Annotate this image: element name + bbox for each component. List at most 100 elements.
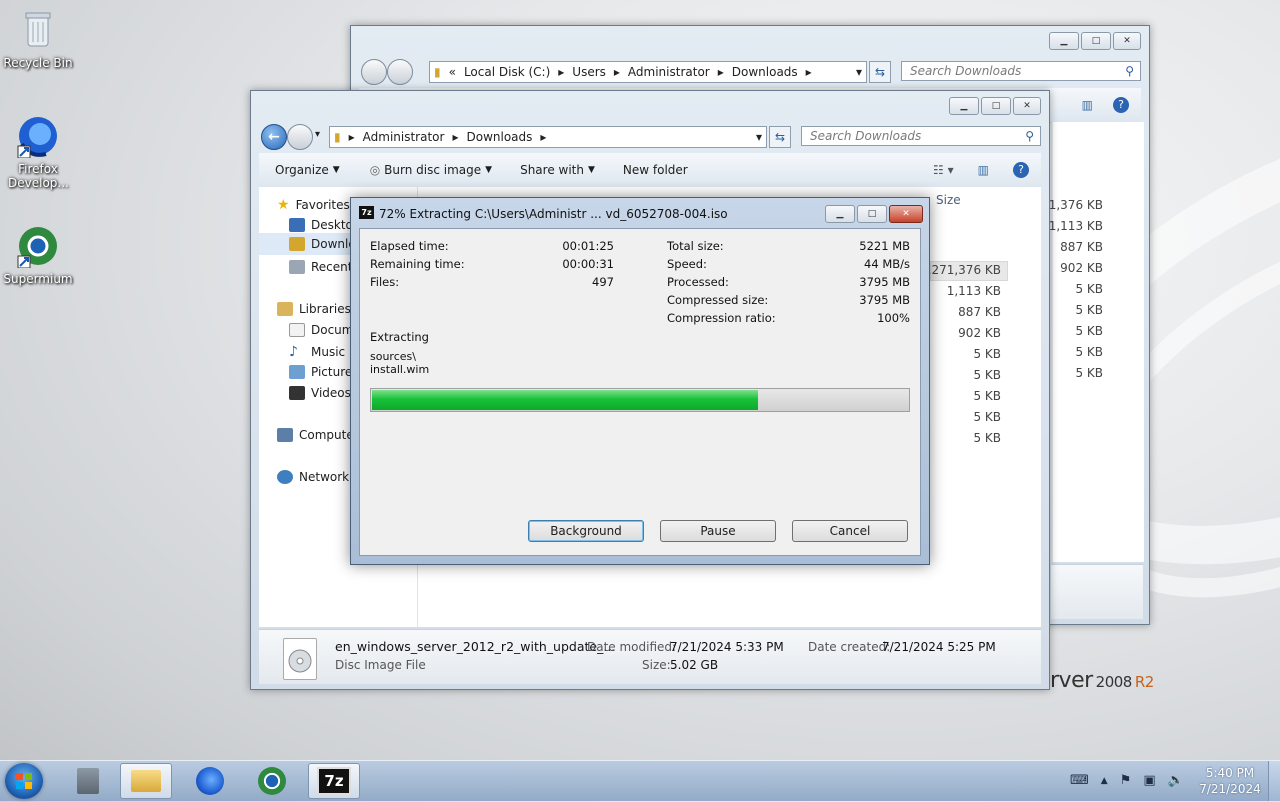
clock[interactable]: 5:40 PM 7/21/2024	[1196, 765, 1264, 797]
back-button[interactable]: ←	[261, 124, 287, 150]
chevron-down-icon[interactable]: ▾	[756, 130, 762, 144]
recent-places-icon	[289, 260, 305, 274]
network-icon[interactable]: ▣	[1143, 773, 1155, 789]
start-button[interactable]	[5, 763, 43, 799]
share-with-button[interactable]: Share with ▼	[520, 163, 595, 177]
breadcrumb-item[interactable]: Administrator	[363, 130, 445, 144]
breadcrumb-item[interactable]: Downloads	[466, 130, 532, 144]
show-desktop-button[interactable]	[1268, 761, 1280, 801]
processed-value: 3795 MB	[859, 275, 910, 289]
taskbar-7zip[interactable]: 7z	[308, 763, 360, 799]
folder-icon	[131, 770, 161, 792]
nav-network[interactable]: Network	[277, 470, 349, 484]
refresh-button[interactable]: ⇆	[769, 126, 791, 148]
taskbar-supermium[interactable]	[246, 763, 298, 799]
computer-icon	[277, 428, 293, 442]
size-column-header[interactable]: Size	[936, 193, 961, 207]
taskbar: 7z ⌨ ▲ ⚑ ▣ 🔈 5:40 PM 7/21/2024	[0, 760, 1280, 801]
nav-pictures[interactable]: Pictures	[289, 365, 359, 379]
total-size-value: 5221 MB	[859, 239, 910, 253]
show-hidden-icons-icon[interactable]: ▲	[1101, 773, 1108, 789]
desktop-icon-recycle-bin[interactable]: Recycle Bin	[0, 8, 76, 70]
minimize-button[interactable]: ▁	[825, 205, 855, 223]
desktop-icon-firefox[interactable]: Firefox Develop...	[0, 114, 76, 190]
new-folder-button[interactable]: New folder	[623, 163, 688, 177]
close-button[interactable]: ✕	[1013, 97, 1041, 115]
search-input[interactable]: Search Downloads ⚲	[801, 126, 1041, 146]
system-tray: ⌨ ▲ ⚑ ▣ 🔈	[1070, 773, 1184, 789]
desktop-icon-label: Recycle Bin	[3, 56, 73, 70]
nav-favorites[interactable]: ★ Favorites	[277, 197, 350, 213]
nav-label: Recent	[311, 260, 353, 274]
extract-progress-dialog[interactable]: 7z 72% Extracting C:\Users\Administr ...…	[350, 197, 930, 565]
refresh-button[interactable]: ⇆	[869, 61, 891, 83]
back-button[interactable]	[361, 59, 387, 85]
close-button[interactable]: ✕	[1113, 32, 1141, 50]
desktop-icon-supermium[interactable]: Supermium	[0, 224, 76, 286]
minimize-button[interactable]: ▁	[949, 97, 979, 115]
elapsed-time-value: 00:01:25	[562, 239, 614, 253]
progress-fill	[372, 390, 758, 410]
breadcrumb-item[interactable]: Administrator	[628, 65, 710, 79]
search-input[interactable]: Search Downloads ⚲	[901, 61, 1141, 81]
volume-icon[interactable]: 🔈	[1168, 773, 1184, 789]
pause-button[interactable]: Pause	[660, 520, 776, 542]
preview-pane-icon[interactable]: ▥	[1082, 98, 1093, 112]
preview-pane-icon[interactable]: ▥	[978, 163, 989, 177]
taskbar-firefox[interactable]	[184, 763, 236, 799]
dialog-title: 72% Extracting C:\Users\Administr ... vd…	[379, 207, 728, 221]
breadcrumb-item[interactable]: Users	[572, 65, 606, 79]
forward-button[interactable]	[287, 124, 313, 150]
window-controls: ▁ □ ✕	[949, 97, 1041, 115]
clock-time: 5:40 PM	[1205, 766, 1255, 780]
close-button[interactable]: ✕	[889, 205, 923, 223]
nav-label: Videos	[311, 386, 351, 400]
address-bar[interactable]: ▮ « Local Disk (C:) ▸ Users ▸ Administrato…	[429, 61, 867, 83]
maximize-button[interactable]: □	[1081, 32, 1111, 50]
maximize-button[interactable]: □	[857, 205, 887, 223]
nav-computer[interactable]: Compute	[277, 428, 354, 442]
server-branding: rver 2008 R2	[1050, 668, 1154, 693]
desktop-icon-label: Supermium	[3, 272, 73, 286]
views-icon[interactable]: ☷ ▾	[933, 163, 954, 177]
new-folder-label: New folder	[622, 163, 688, 177]
action-center-flag-icon[interactable]: ⚑	[1120, 773, 1132, 789]
nav-label: Music	[311, 345, 346, 359]
downloads-folder-icon	[289, 237, 305, 251]
nav-libraries[interactable]: Libraries	[277, 302, 351, 316]
cancel-label: Cancel	[829, 524, 871, 538]
search-icon: ⚲	[1025, 129, 1034, 143]
taskbar-explorer[interactable]	[120, 763, 172, 799]
recent-pages-dropdown[interactable]: ▾	[315, 129, 320, 140]
burn-disc-image-button[interactable]: ◎ Burn disc image ▼	[370, 163, 492, 177]
nav-music[interactable]: ♪ Music	[289, 344, 345, 360]
chevron-down-icon[interactable]: ▾	[856, 65, 862, 79]
disc-icon: ◎	[369, 163, 381, 177]
nav-videos[interactable]: Videos	[289, 386, 351, 400]
cancel-button[interactable]: Cancel	[792, 520, 908, 542]
total-size-label: Total size:	[667, 239, 724, 253]
branding-r2: R2	[1134, 673, 1154, 691]
organize-button[interactable]: Organize ▼	[275, 163, 340, 177]
forward-button[interactable]	[387, 59, 413, 85]
keyboard-icon[interactable]: ⌨	[1070, 773, 1089, 789]
background-button[interactable]: Background	[528, 520, 644, 542]
compression-ratio-value: 100%	[877, 311, 910, 325]
date-modified-label: Date modified:	[587, 640, 677, 654]
burn-label: Burn disc image	[384, 163, 482, 177]
chevron-right-icon: ▸	[717, 65, 724, 79]
breadcrumb-item[interactable]: Local Disk (C:)	[464, 65, 550, 79]
minimize-button[interactable]: ▁	[1049, 32, 1079, 50]
documents-icon	[289, 323, 305, 337]
nav-documents[interactable]: Docum	[289, 323, 353, 337]
star-icon: ★	[277, 197, 290, 213]
address-bar[interactable]: ▮ ▸ Administrator ▸ Downloads ▸ ▾	[329, 126, 767, 148]
compressed-size-value: 3795 MB	[859, 293, 910, 307]
taskbar-server-manager[interactable]	[62, 763, 114, 799]
nav-recent[interactable]: Recent	[289, 260, 352, 274]
help-icon[interactable]: ?	[1113, 97, 1129, 113]
breadcrumb-item[interactable]: Downloads	[732, 65, 798, 79]
maximize-button[interactable]: □	[981, 97, 1011, 115]
help-icon[interactable]: ?	[1013, 162, 1029, 178]
chevron-right-icon: ▸	[348, 130, 355, 144]
